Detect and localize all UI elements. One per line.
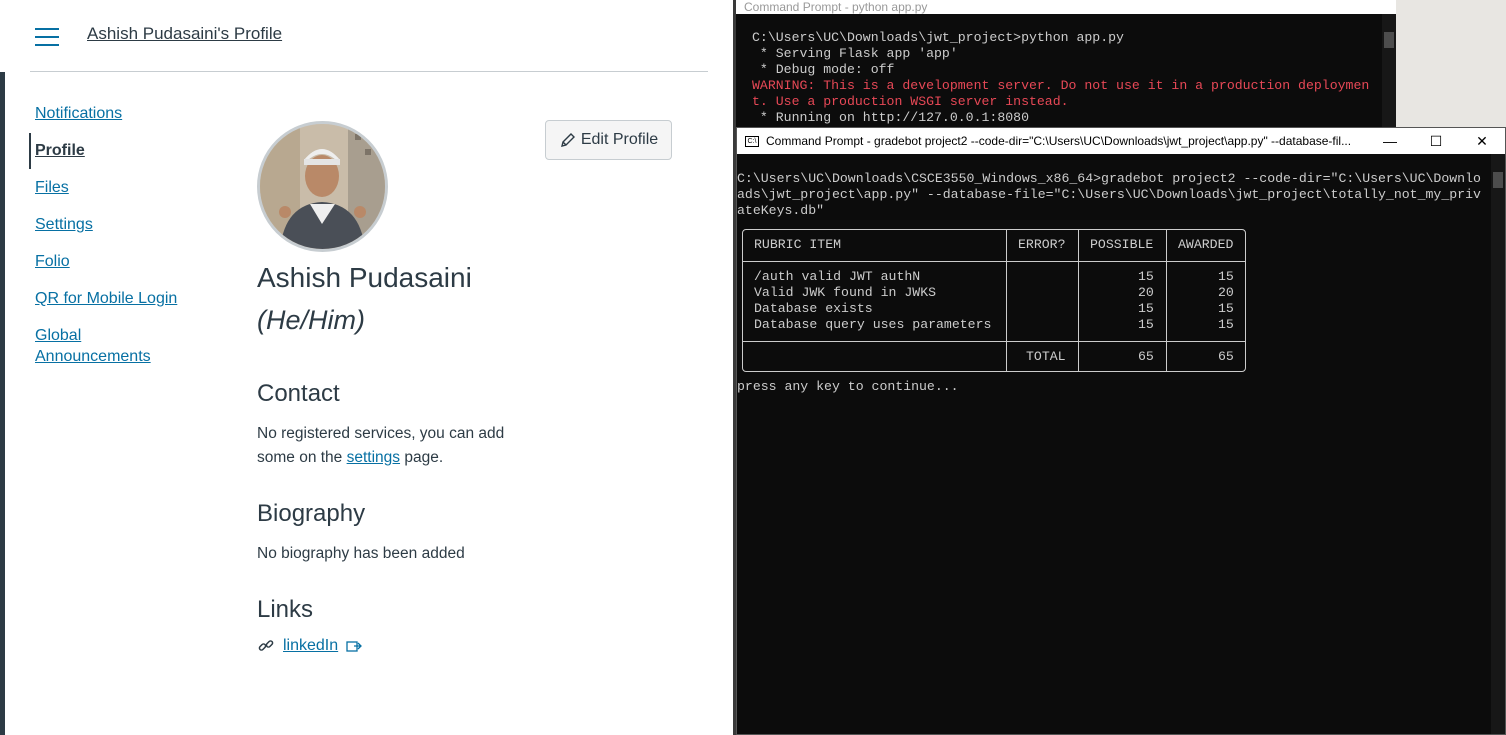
- terminal-line: * Serving Flask app 'app': [752, 46, 958, 61]
- profile-pronouns: (He/Him): [257, 305, 365, 335]
- rubric-table: RUBRIC ITEM ERROR? POSSIBLE AWARDED /aut…: [742, 229, 1246, 372]
- terminal-line: * Debug mode: off: [752, 62, 895, 77]
- nav-global-announcements-line1[interactable]: Global: [35, 325, 177, 346]
- canvas-profile-page: Ashish Pudasaini's Profile Notifications…: [0, 0, 733, 735]
- terminal-front-cmd: C:\Users\UC\Downloads\CSCE3550_Windows_x…: [737, 171, 1481, 219]
- command-line: ateKeys.db": [737, 203, 825, 218]
- avatar: [257, 121, 388, 252]
- edit-profile-label: Edit Profile: [580, 131, 659, 148]
- account-nav: Notifications Profile Files Settings Fol…: [35, 103, 177, 367]
- contact-text-line1: No registered services, you can add: [257, 425, 505, 442]
- nav-settings[interactable]: Settings: [35, 214, 177, 235]
- warning-line: t. Use a production WSGI server instead.: [752, 94, 1069, 109]
- possible-cell: 15: [1138, 317, 1154, 332]
- desktop-background: [1396, 0, 1506, 127]
- total-label: TOTAL: [1026, 349, 1066, 364]
- total-possible: 65: [1138, 349, 1154, 364]
- rubric-item: Database exists: [754, 301, 873, 316]
- possible-cell: 20: [1138, 285, 1154, 300]
- link-row: linkedIn: [257, 637, 363, 655]
- rubric-item: Valid JWK found in JWKS: [754, 285, 937, 300]
- terminal-front-title: Command Prompt - gradebot project2 --cod…: [766, 134, 1352, 148]
- maximize-button[interactable]: ☐: [1413, 128, 1459, 154]
- terminal-gradebot[interactable]: C:\ Command Prompt - gradebot project2 -…: [736, 127, 1506, 735]
- nav-profile[interactable]: Profile: [35, 140, 177, 161]
- nav-notifications[interactable]: Notifications: [35, 103, 177, 124]
- hamburger-menu-icon[interactable]: [35, 28, 59, 46]
- biography-text: No biography has been added: [257, 545, 465, 562]
- running-line: * Running on http://127.0.0.1:8080: [752, 110, 1029, 125]
- contact-text: No registered services, you can add some…: [257, 422, 504, 470]
- contact-text-prefix: some on the: [257, 449, 347, 466]
- header-divider: [30, 71, 708, 72]
- external-link-icon: [346, 641, 363, 652]
- header-error: ERROR?: [1018, 237, 1066, 252]
- link-chain-icon: [258, 640, 274, 651]
- awarded-cell: 15: [1218, 317, 1234, 332]
- global-nav-rail: [0, 72, 5, 735]
- command-line: C:\Users\UC\Downloads\CSCE3550_Windows_x…: [737, 171, 1481, 186]
- terminal-back-title: Command Prompt - python app.py: [744, 0, 928, 14]
- total-awarded: 65: [1218, 349, 1234, 364]
- warning-line: WARNING: This is a development server. D…: [752, 78, 1370, 93]
- active-nav-indicator: [29, 133, 31, 169]
- settings-link[interactable]: settings: [347, 449, 400, 466]
- terminal-python-app[interactable]: Command Prompt - python app.py C:\Users\…: [736, 0, 1396, 127]
- nav-files[interactable]: Files: [35, 177, 177, 198]
- pencil-icon: [560, 133, 575, 147]
- awarded-cell: 15: [1218, 301, 1234, 316]
- profile-name: Ashish Pudasaini: [257, 262, 472, 293]
- possible-cell: 15: [1138, 301, 1154, 316]
- terminal-back-titlebar: Command Prompt - python app.py: [736, 0, 1396, 14]
- breadcrumb[interactable]: Ashish Pudasaini's Profile: [87, 24, 282, 44]
- minimize-button[interactable]: —: [1367, 128, 1413, 154]
- rubric-item: Database query uses parameters: [754, 317, 992, 332]
- header-rubric-item: RUBRIC ITEM: [754, 237, 842, 252]
- awarded-cell: 20: [1218, 285, 1234, 300]
- command-line: ads\jwt_project\app.py" --database-file=…: [737, 187, 1481, 202]
- contact-text-suffix: page.: [400, 449, 444, 466]
- nav-global-announcements-line2[interactable]: Announcements: [35, 346, 177, 367]
- contact-heading: Contact: [257, 380, 340, 407]
- terminal-front-titlebar: C:\ Command Prompt - gradebot project2 -…: [737, 128, 1505, 154]
- linkedin-link[interactable]: linkedIn: [283, 637, 338, 655]
- rubric-item: /auth valid JWT authN: [754, 269, 921, 284]
- header-possible: POSSIBLE: [1090, 237, 1154, 252]
- terminal-line: C:\Users\UC\Downloads\jwt_project>python…: [752, 30, 1124, 45]
- cmd-icon: C:\: [745, 135, 759, 147]
- links-heading: Links: [257, 596, 314, 623]
- edit-profile-button[interactable]: Edit Profile: [545, 120, 672, 160]
- nav-folio[interactable]: Folio: [35, 251, 177, 272]
- continue-prompt: press any key to continue...: [737, 379, 959, 394]
- biography-heading: Biography: [257, 500, 366, 527]
- awarded-cell: 15: [1218, 269, 1234, 284]
- possible-cell: 15: [1138, 269, 1154, 284]
- terminal-back-scrollbar[interactable]: [1382, 14, 1396, 127]
- nav-qr-mobile-login[interactable]: QR for Mobile Login: [35, 288, 177, 309]
- close-button[interactable]: ✕: [1459, 128, 1505, 154]
- terminal-back-body: C:\Users\UC\Downloads\jwt_project>python…: [736, 14, 1396, 126]
- terminal-front-scrollbar[interactable]: [1491, 154, 1505, 734]
- header-awarded: AWARDED: [1178, 237, 1234, 252]
